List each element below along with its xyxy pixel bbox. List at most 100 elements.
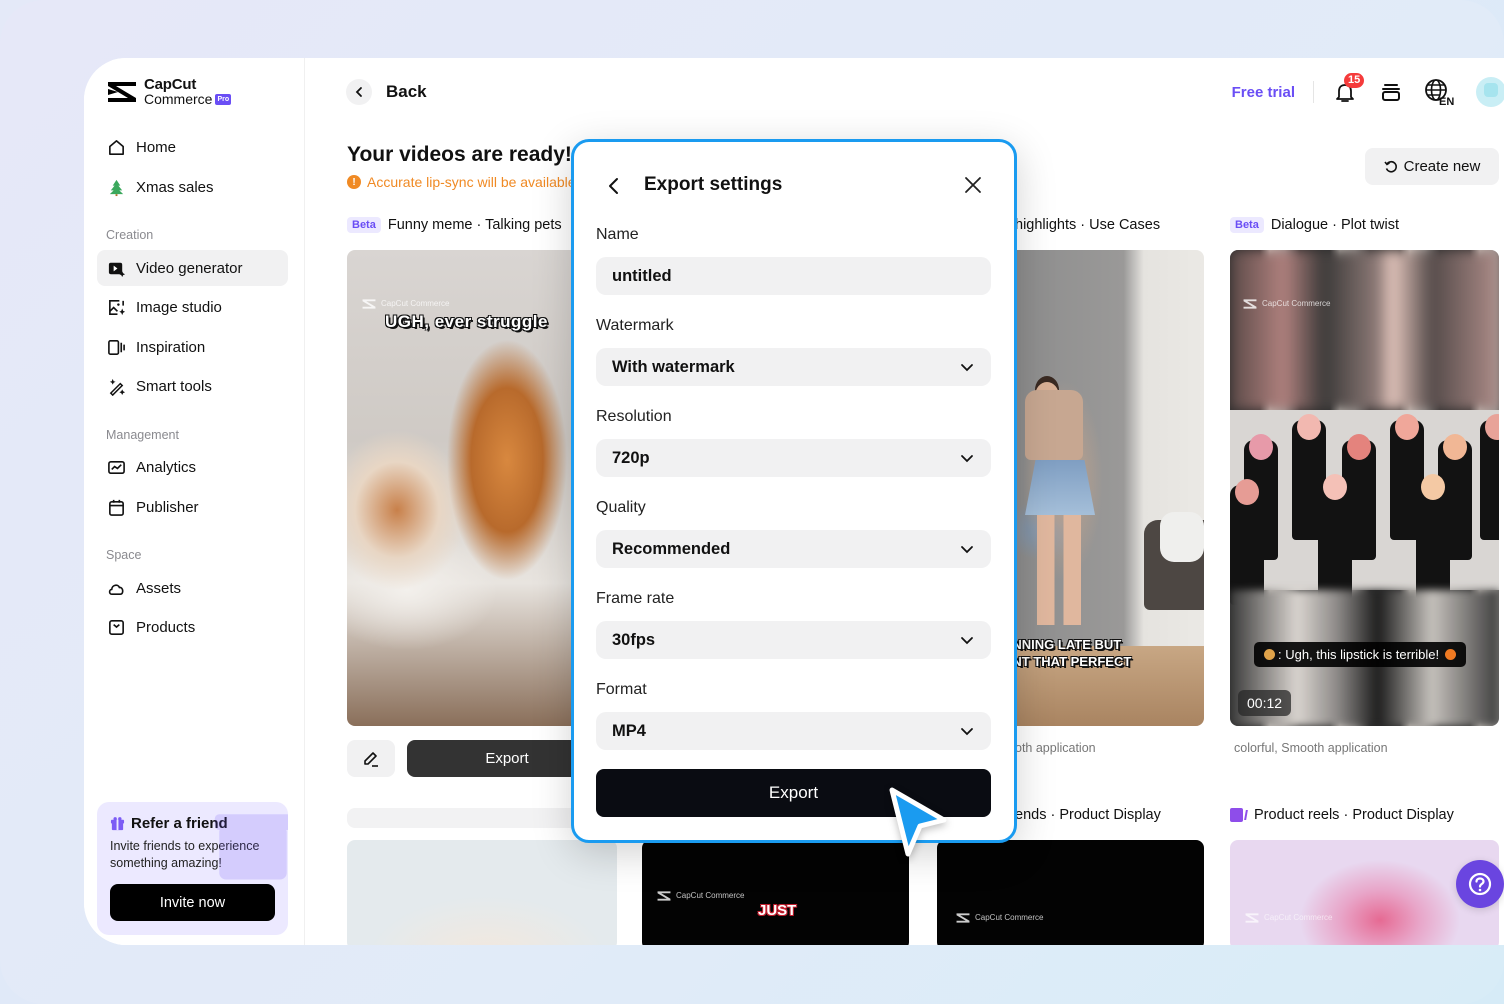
video-thumbnail-talking-pets[interactable]: CapCut Commerce UGH, ever struggle <box>347 250 597 726</box>
question-mark-icon <box>1468 872 1492 896</box>
card-title: Product reels · Product Display <box>1254 807 1454 823</box>
xmas-tree-icon <box>109 179 124 196</box>
format-label: Format <box>596 681 647 698</box>
capcut-logo-icon <box>108 82 136 102</box>
dialog-back-button[interactable] <box>604 174 624 203</box>
calendar-icon <box>109 499 124 516</box>
watermark: CapCut Commerce <box>656 890 744 902</box>
video-thumbnail-product-display[interactable]: CapCut Commerce <box>937 840 1204 945</box>
format-select[interactable]: MP4 <box>596 712 991 750</box>
format-value: MP4 <box>612 721 646 740</box>
stack-button[interactable] <box>1378 79 1404 105</box>
card-label: Product reels · Product Display <box>1230 807 1454 823</box>
sidebar-item-products[interactable]: Products <box>97 609 288 645</box>
video-thumbnail-just[interactable]: CapCut Commerce JUST <box>642 840 909 945</box>
section-title-creation: Creation <box>106 228 154 242</box>
home-icon <box>109 139 124 155</box>
export-settings-dialog: Export settings Name Watermark With wate… <box>571 139 1017 843</box>
watermark: CapCut Commerce <box>361 298 449 310</box>
section-title-management: Management <box>106 428 179 442</box>
video-caption: UGH, ever struggle <box>385 312 548 331</box>
frame-rate-select[interactable]: 30fps <box>596 621 991 659</box>
sidebar-item-label: Home <box>136 138 177 156</box>
gift-icon <box>110 817 125 831</box>
help-button[interactable] <box>1456 860 1504 908</box>
back-button[interactable]: Back <box>346 79 427 105</box>
language-button[interactable]: EN <box>1424 79 1456 106</box>
quality-value: Recommended <box>612 539 731 558</box>
video-caption: : Ugh, this lipstick is terrible! <box>1254 642 1467 667</box>
dialog-title: Export settings <box>644 174 783 195</box>
chevron-down-icon <box>961 455 973 463</box>
card-description: colorful, Smooth application <box>1234 741 1388 755</box>
video-thumbnail-plot-twist[interactable]: CapCut Commerce : Ugh, this lipstick is … <box>1230 250 1499 726</box>
sidebar-item-label: Inspiration <box>136 338 206 356</box>
watermark-select[interactable]: With watermark <box>596 348 991 386</box>
resolution-label: Resolution <box>596 408 672 425</box>
analytics-icon <box>108 460 125 474</box>
sidebar-item-analytics[interactable]: Analytics <box>97 449 288 485</box>
notice-text: Accurate lip-sync will be available <box>367 174 576 190</box>
chevron-down-icon <box>961 364 973 372</box>
brand-logo[interactable]: CapCut Commerce Pro <box>106 76 232 106</box>
warning-icon: ! <box>347 175 361 189</box>
capcut-logo-icon <box>1245 913 1259 923</box>
gift-background-icon <box>214 814 288 880</box>
sidebar-item-label: Analytics <box>136 458 197 476</box>
pencil-icon <box>364 751 378 767</box>
sidebar-item-publisher[interactable]: Publisher <box>97 489 288 525</box>
sidebar-item-image-studio[interactable]: Image studio <box>97 289 288 325</box>
sidebar-item-xmas-sales[interactable]: Xmas sales <box>97 169 288 205</box>
capcut-logo-icon <box>362 299 376 309</box>
woman-emoji-icon <box>1264 649 1275 660</box>
sidebar-item-label: Xmas sales <box>136 178 214 196</box>
quality-label: Quality <box>596 499 646 516</box>
lip-sync-notice: ! Accurate lip-sync will be available <box>347 174 576 190</box>
close-button[interactable] <box>962 174 984 201</box>
create-new-button[interactable]: Create new <box>1365 148 1499 185</box>
inspiration-icon <box>108 339 125 355</box>
product-box-icon <box>109 619 124 635</box>
chevron-left-icon <box>609 178 618 194</box>
sidebar-item-label: Publisher <box>136 498 199 516</box>
sidebar-item-label: Assets <box>136 579 182 597</box>
video-generator-icon <box>108 262 126 277</box>
card-label: Beta Funny meme · Talking pets <box>347 217 562 233</box>
card-label: ends · Product Display <box>1015 807 1161 823</box>
angry-emoji-icon <box>1445 649 1457 660</box>
capcut-logo-icon <box>956 913 970 923</box>
name-label: Name <box>596 226 639 243</box>
watermark-label: Watermark <box>596 317 674 334</box>
user-avatar[interactable] <box>1476 77 1504 107</box>
export-button[interactable]: Export <box>596 769 991 817</box>
watermark: CapCut Commerce <box>1242 298 1330 310</box>
image-studio-icon <box>109 299 126 315</box>
name-input[interactable] <box>596 257 991 295</box>
card-label: highlights · Use Cases <box>1015 217 1160 233</box>
quality-select[interactable]: Recommended <box>596 530 991 568</box>
card-title: ends · Product Display <box>1015 807 1161 823</box>
invite-now-button[interactable]: Invite now <box>110 884 275 921</box>
notifications-button[interactable]: 15 <box>1332 73 1365 105</box>
svg-text:EN: EN <box>1439 96 1454 106</box>
sidebar-item-label: Image studio <box>136 298 222 316</box>
watermark-value: With watermark <box>612 357 735 376</box>
sidebar-item-assets[interactable]: Assets <box>97 570 288 606</box>
brand-name: CapCut <box>144 76 197 93</box>
edit-button[interactable] <box>347 740 395 777</box>
header-actions: Free trial 15 EN <box>1232 73 1504 108</box>
sidebar-item-home[interactable]: Home <box>97 129 288 165</box>
sidebar-item-video-generator[interactable]: Video generator <box>97 250 288 286</box>
capcut-logo-icon <box>657 891 671 901</box>
card-title: highlights · Use Cases <box>1015 217 1161 233</box>
header-divider <box>1313 81 1314 103</box>
product-reels-icon <box>1230 808 1243 822</box>
video-thumbnail-use-cases[interactable]: UNNING LATE BUT ANT THAT PERFECT <box>1003 250 1204 726</box>
loading-skeleton-label <box>347 808 607 828</box>
free-trial-link[interactable]: Free trial <box>1232 84 1295 101</box>
resolution-select[interactable]: 720p <box>596 439 991 477</box>
sidebar-item-inspiration[interactable]: Inspiration <box>97 329 288 365</box>
sidebar-item-label: Smart tools <box>136 377 212 395</box>
frame-rate-label: Frame rate <box>596 590 675 607</box>
sidebar-item-smart-tools[interactable]: Smart tools <box>97 368 288 404</box>
